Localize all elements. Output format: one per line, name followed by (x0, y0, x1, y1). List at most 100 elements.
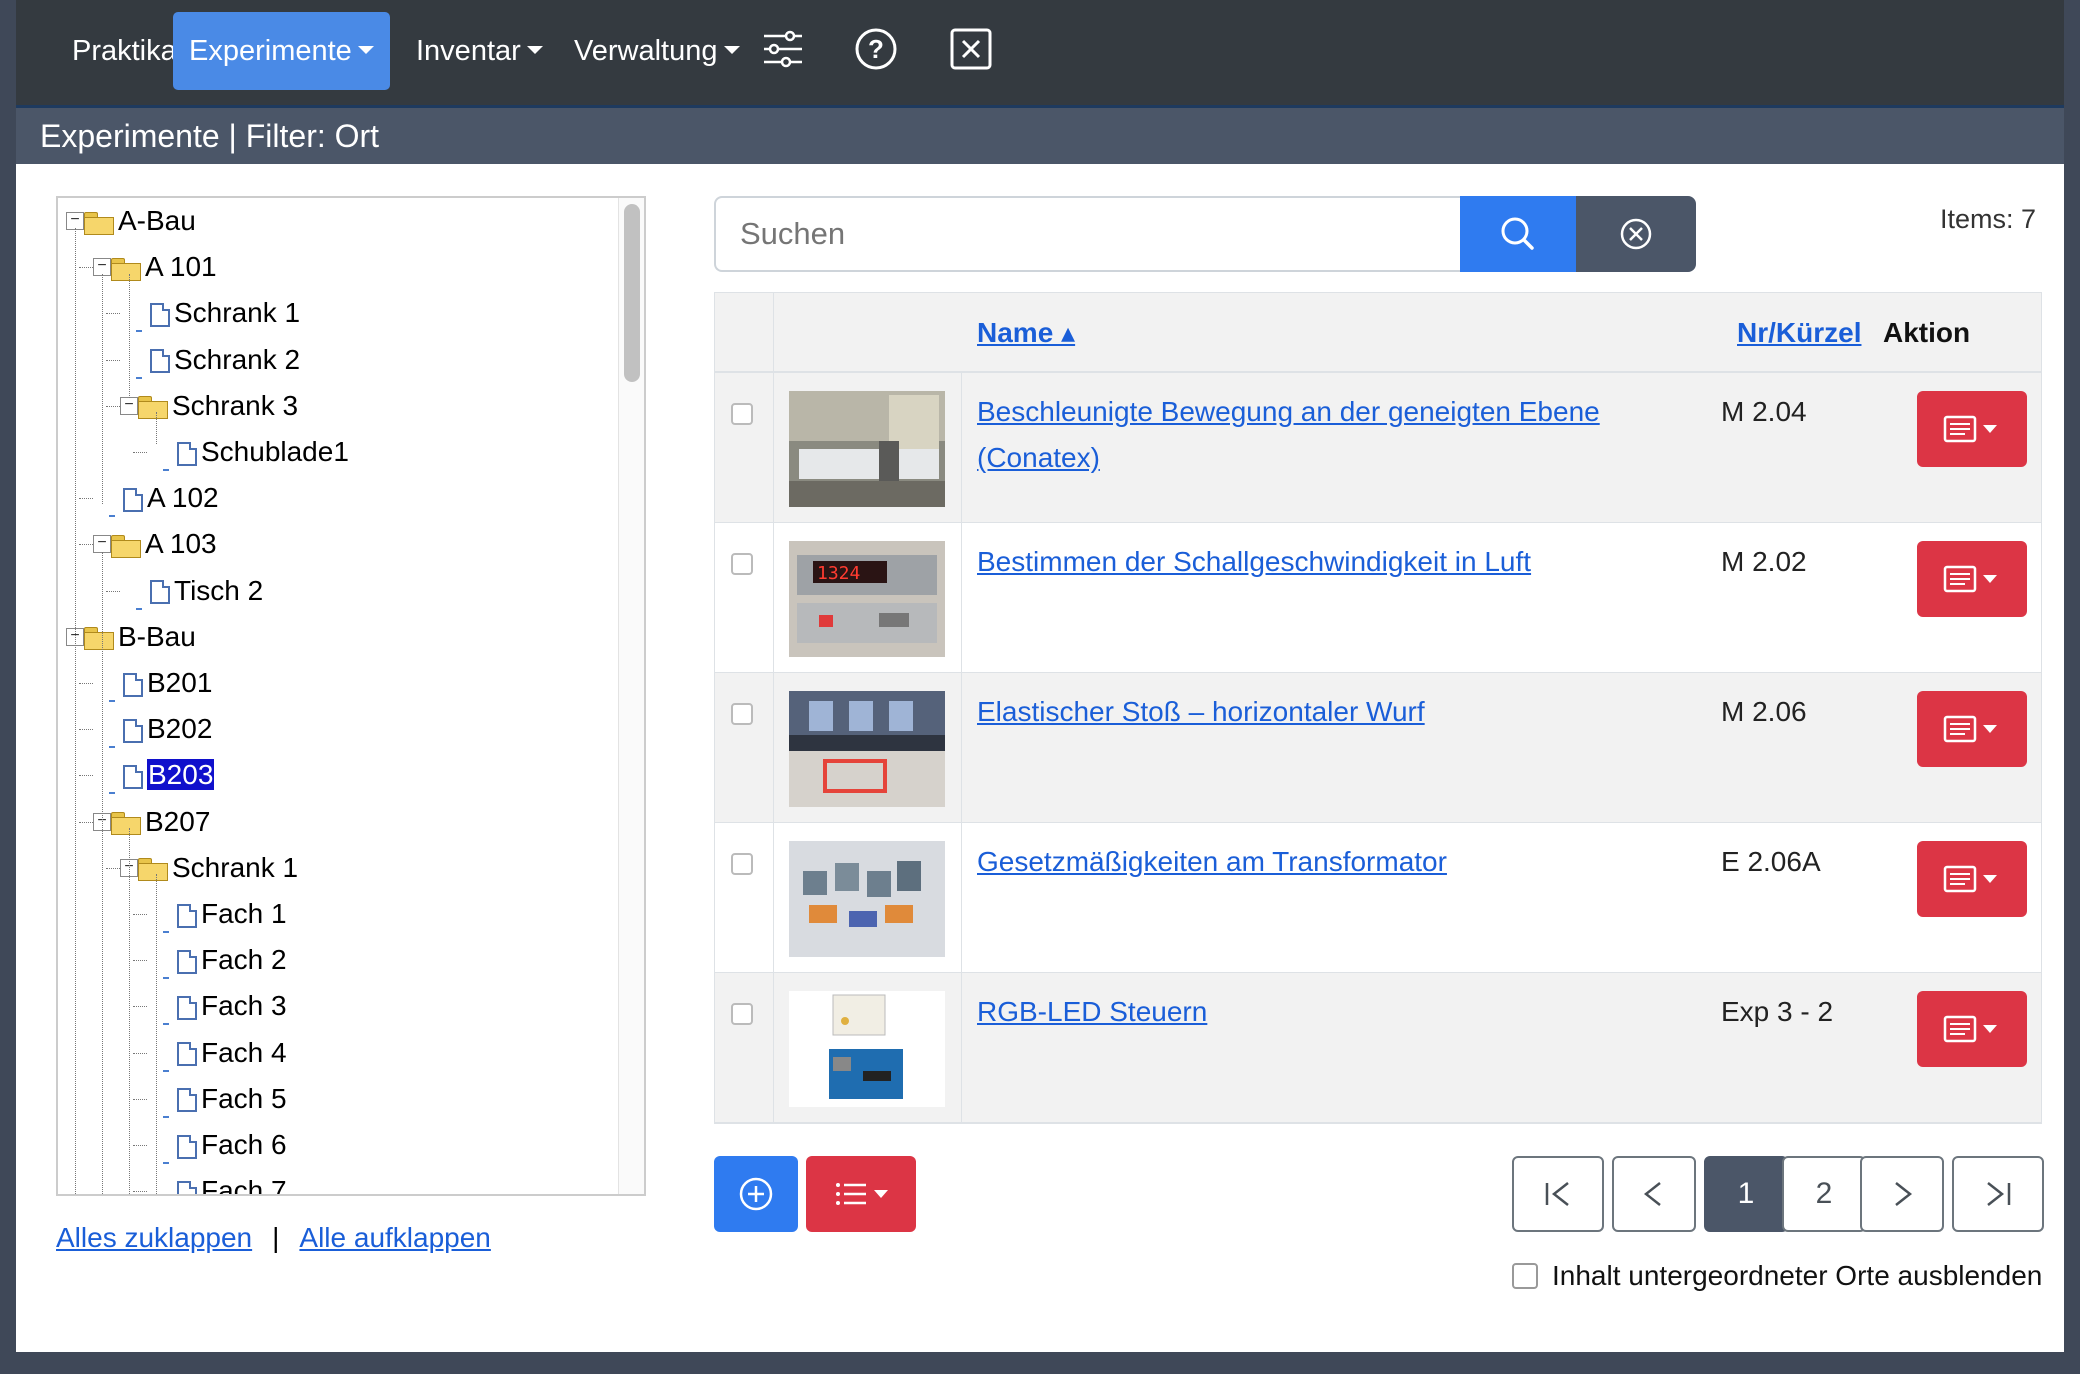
row-checkbox[interactable] (731, 853, 753, 875)
tree-node[interactable]: Fach 3 (177, 983, 287, 1029)
caret-down-icon (1983, 575, 1997, 583)
tree-node[interactable]: B203 (123, 752, 215, 798)
expand-all-link[interactable]: Alle aufklappen (299, 1222, 490, 1253)
row-checkbox[interactable] (731, 553, 753, 575)
top-navbar: Praktika Experimente Inventar Verwaltung… (16, 0, 2064, 108)
header-action: Aktion (1883, 317, 1971, 348)
tree-node[interactable]: A 102 (123, 475, 219, 521)
close-square-icon[interactable] (946, 24, 996, 74)
first-page-icon (1545, 1182, 1569, 1206)
tree-node[interactable]: A-Bau (84, 198, 196, 244)
document-icon (177, 1134, 197, 1159)
tree-node[interactable]: B207 (111, 799, 210, 845)
document-icon (177, 441, 197, 466)
page-title: Experimente | Filter: Ort (16, 108, 2064, 164)
row-action-button[interactable] (1917, 691, 2027, 767)
tree-node[interactable]: Tisch 2 (150, 568, 263, 614)
experiment-thumbnail (789, 991, 945, 1107)
table-row: Gesetzmäßigkeiten am Transformator E 2.0… (715, 823, 2041, 973)
next-page-button[interactable] (1860, 1156, 1944, 1232)
tree-toggle[interactable]: − (93, 535, 111, 554)
tree-node[interactable]: Schrank 1 (138, 845, 298, 891)
row-checkbox[interactable] (731, 703, 753, 725)
experiment-thumbnail: 1324 (789, 541, 945, 657)
header-nr[interactable]: Nr/Kürzel (1737, 293, 1861, 373)
experiment-nr: E 2.06A (1721, 846, 1821, 877)
help-circle-icon[interactable]: ? (851, 24, 901, 74)
bulk-actions-button[interactable] (806, 1156, 916, 1232)
experiment-link[interactable]: RGB-LED Steuern (977, 996, 1207, 1027)
row-checkbox[interactable] (731, 1003, 753, 1025)
collapse-all-link[interactable]: Alles zuklappen (56, 1222, 252, 1253)
table-row: 1324 Bestimmen der Schallgeschwindigkeit… (715, 523, 2041, 673)
tree-node[interactable]: B-Bau (84, 614, 196, 660)
folder-icon (111, 812, 141, 836)
experiment-link[interactable]: Bestimmen der Schallgeschwindigkeit in L… (977, 546, 1531, 577)
document-icon (150, 349, 170, 374)
row-action-button[interactable] (1917, 391, 2027, 467)
page-button-1[interactable]: 1 (1704, 1156, 1788, 1232)
last-page-icon (1987, 1182, 2011, 1206)
search-button[interactable] (1460, 196, 1576, 272)
nav-inventar[interactable]: Inventar (400, 12, 559, 90)
nav-verwaltung[interactable]: Verwaltung (558, 12, 756, 90)
table-row: Elastischer Stoß – horizontaler Wurf M 2… (715, 673, 2041, 823)
caret-down-icon (1983, 425, 1997, 433)
first-page-button[interactable] (1512, 1156, 1604, 1232)
search-icon (1501, 217, 1534, 250)
tree-node[interactable]: Fach 6 (177, 1122, 287, 1168)
hide-sublocations-toggle[interactable]: Inhalt untergeordneter Orte ausblenden (1512, 1260, 2042, 1292)
experiment-name: Beschleunigte Bewegung an der geneigten … (977, 389, 1677, 481)
table-header: Name ▴ Nr/Kürzel Aktion (715, 293, 2041, 373)
tree-node[interactable]: Schrank 2 (150, 337, 300, 383)
document-icon (177, 1180, 197, 1194)
experiment-link[interactable]: Elastischer Stoß – horizontaler Wurf (977, 696, 1425, 727)
experiments-table: Name ▴ Nr/Kürzel Aktion Beschleunigte Be… (714, 292, 2042, 1124)
tree-node[interactable]: Schrank 3 (138, 383, 298, 429)
table-body: Beschleunigte Bewegung an der geneigten … (715, 373, 2041, 1123)
tree-node[interactable]: B201 (123, 660, 212, 706)
caret-down-icon (1983, 875, 1997, 883)
experiment-thumbnail (789, 391, 945, 507)
tree-scrollbar-thumb[interactable] (624, 204, 640, 382)
tree-node[interactable]: Fach 1 (177, 891, 287, 937)
document-text-icon (1943, 1015, 1997, 1043)
document-icon (123, 718, 143, 743)
add-experiment-button[interactable] (714, 1156, 798, 1232)
search-input[interactable] (714, 196, 1460, 272)
experiment-nr: M 2.02 (1721, 546, 1807, 577)
experiment-link[interactable]: Beschleunigte Bewegung an der geneigten … (977, 396, 1600, 473)
document-icon (177, 1088, 197, 1113)
row-checkbox[interactable] (731, 403, 753, 425)
sliders-icon[interactable] (758, 24, 808, 74)
hide-sublocations-checkbox[interactable] (1512, 1262, 1538, 1289)
row-action-button[interactable] (1917, 991, 2027, 1067)
header-name[interactable]: Name ▴ (977, 293, 1075, 373)
row-action-button[interactable] (1917, 541, 2027, 617)
prev-page-button[interactable] (1612, 1156, 1696, 1232)
last-page-button[interactable] (1952, 1156, 2044, 1232)
experiment-link[interactable]: Gesetzmäßigkeiten am Transformator (977, 846, 1447, 877)
experiment-nr: M 2.04 (1721, 396, 1807, 427)
document-icon (177, 949, 197, 974)
tree-toggle[interactable]: − (120, 396, 138, 415)
caret-down-icon (1983, 1025, 1997, 1033)
folder-icon (138, 858, 168, 882)
tree-node[interactable]: Fach 4 (177, 1030, 287, 1076)
tree-node[interactable]: A 103 (111, 521, 217, 567)
tree-node[interactable]: A 101 (111, 244, 217, 290)
clear-search-button[interactable] (1576, 196, 1696, 272)
tree-node[interactable]: Fach 5 (177, 1076, 287, 1122)
location-tree[interactable]: − A-Bau − A 101 Schrank 1 Schrank 2− Schrank 3… (56, 196, 646, 1196)
tree-node[interactable]: B202 (123, 706, 212, 752)
page-button-2[interactable]: 2 (1782, 1156, 1866, 1232)
tree-node[interactable]: Schrank 1 (150, 290, 300, 336)
document-text-icon (1943, 715, 1997, 743)
tree-node[interactable]: Fach 2 (177, 937, 287, 983)
experiment-nr: Exp 3 - 2 (1721, 996, 1834, 1027)
tree-node[interactable]: Fach 7 (177, 1168, 287, 1194)
tree-node[interactable]: Schublade1 (177, 429, 349, 475)
nav-experimente[interactable]: Experimente (173, 12, 390, 90)
svg-text:?: ? (868, 34, 884, 64)
row-action-button[interactable] (1917, 841, 2027, 917)
